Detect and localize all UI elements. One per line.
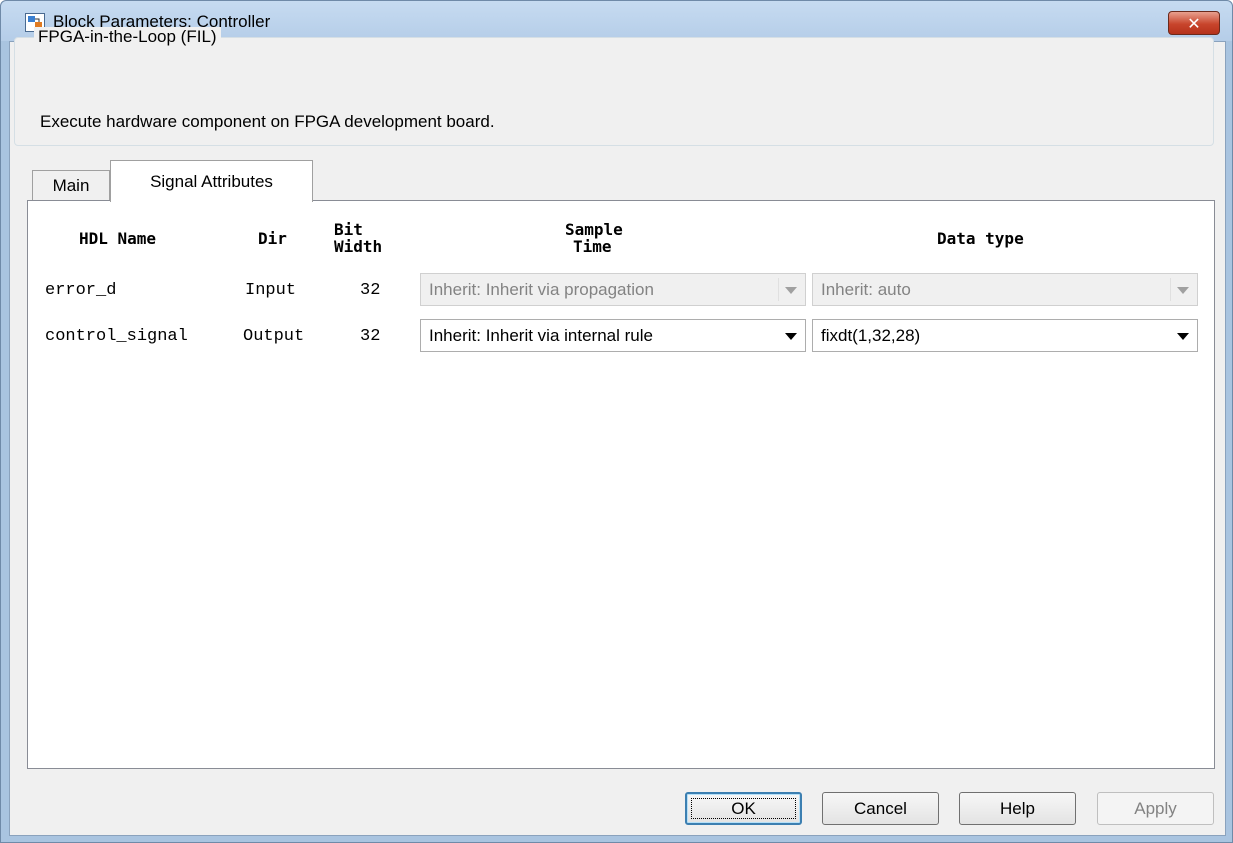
close-button[interactable]: ✕ bbox=[1168, 11, 1220, 35]
row2-sample-time-select[interactable]: Inherit: Inherit via internal rule bbox=[420, 319, 806, 352]
header-sample-time-line1: Sample bbox=[565, 220, 623, 239]
help-button-label: Help bbox=[1000, 798, 1035, 818]
row1-data-type-select: Inherit: auto bbox=[812, 273, 1198, 306]
apply-button-label: Apply bbox=[1134, 798, 1177, 818]
row1-sample-time-value: Inherit: Inherit via propagation bbox=[429, 279, 654, 299]
row2-data-type-select[interactable]: fixdt(1,32,28) bbox=[812, 319, 1198, 352]
row1-hdl-name: error_d bbox=[45, 281, 117, 300]
help-button[interactable]: Help bbox=[959, 792, 1076, 825]
close-icon: ✕ bbox=[1187, 13, 1201, 33]
group-description: Execute hardware component on FPGA devel… bbox=[40, 112, 495, 131]
chevron-down-icon bbox=[1177, 333, 1189, 340]
header-dir: Dir bbox=[258, 229, 287, 248]
row2-data-type-value: fixdt(1,32,28) bbox=[821, 325, 921, 345]
row1-bit-width: 32 bbox=[360, 281, 381, 300]
tab-signal-attributes[interactable]: Signal Attributes bbox=[110, 160, 313, 202]
tab-main-label: Main bbox=[52, 176, 90, 195]
tab-main[interactable]: Main bbox=[32, 170, 110, 201]
ok-button[interactable]: OK bbox=[685, 792, 802, 825]
row1-data-type-value: Inherit: auto bbox=[821, 279, 911, 299]
row2-bit-width: 32 bbox=[360, 327, 381, 346]
chevron-down-icon bbox=[1177, 287, 1189, 294]
chevron-down-icon bbox=[785, 333, 797, 340]
focus-rectangle bbox=[691, 798, 796, 819]
header-bit-width-line2: Width bbox=[334, 237, 383, 256]
row2-dir: Output bbox=[243, 327, 305, 346]
row1-sample-time-select: Inherit: Inherit via propagation bbox=[420, 273, 806, 306]
header-data-type: Data type bbox=[937, 229, 1024, 248]
chevron-down-icon bbox=[785, 287, 797, 294]
apply-button[interactable]: Apply bbox=[1097, 792, 1214, 825]
group-title: FPGA-in-the-Loop (FIL) bbox=[34, 27, 221, 47]
row2-sample-time-value: Inherit: Inherit via internal rule bbox=[429, 325, 653, 345]
dropdown-separator bbox=[1170, 278, 1171, 301]
cancel-button[interactable]: Cancel bbox=[822, 792, 939, 825]
header-sample-time-line2: Time bbox=[573, 237, 612, 256]
row1-dir: Input bbox=[245, 281, 297, 300]
tab-signal-attributes-label: Signal Attributes bbox=[150, 171, 273, 191]
row2-hdl-name: control_signal bbox=[45, 327, 188, 346]
header-bit-width-line1: Bit bbox=[334, 220, 363, 239]
cancel-button-label: Cancel bbox=[854, 798, 907, 818]
header-hdl-name: HDL Name bbox=[79, 229, 157, 248]
dropdown-separator bbox=[778, 278, 779, 301]
